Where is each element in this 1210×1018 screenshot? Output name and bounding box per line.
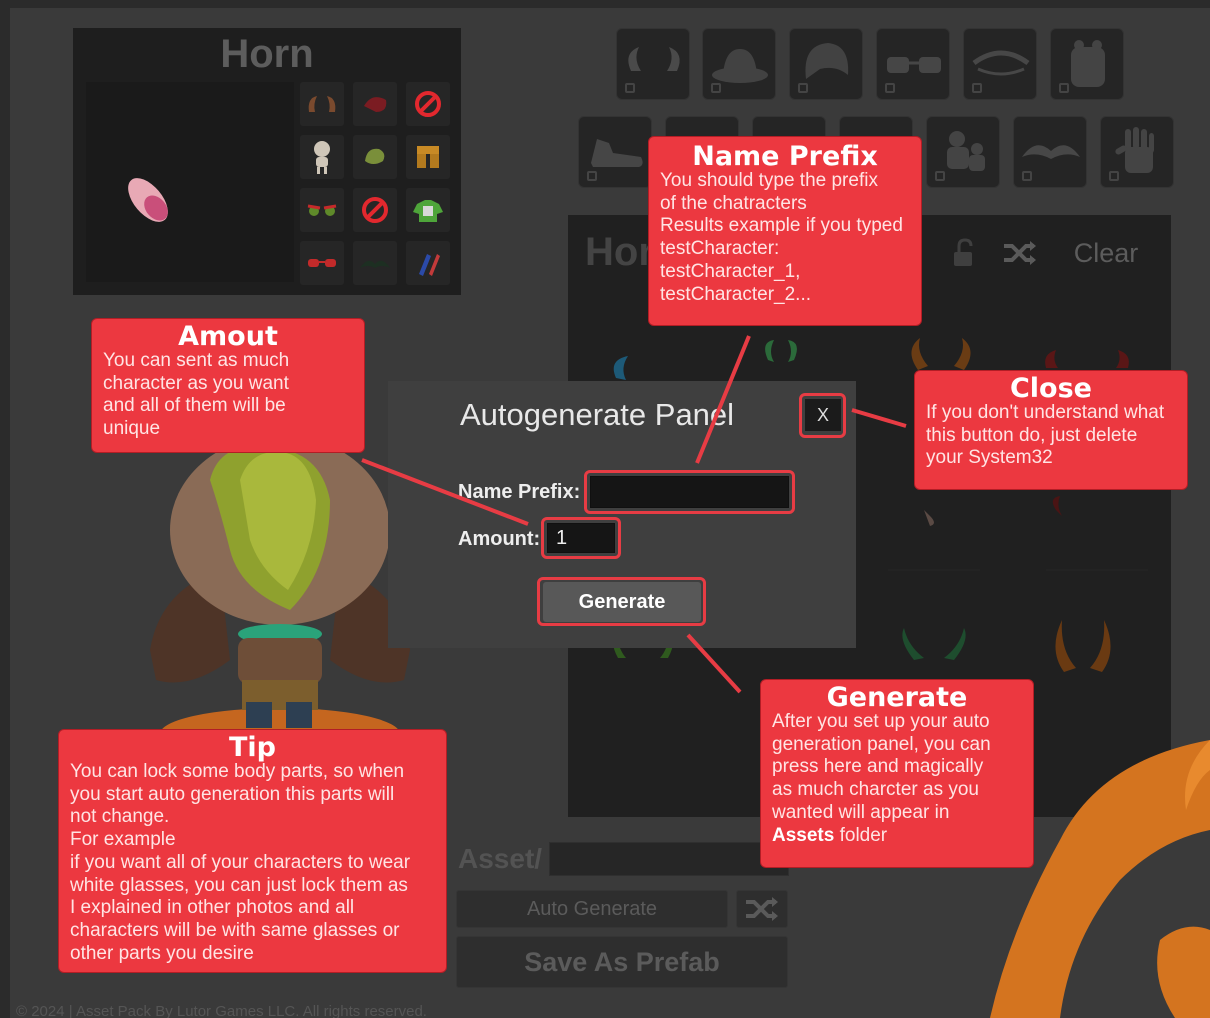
callout-title: Generate (826, 682, 968, 713)
callout-line: If you don't understand what (926, 402, 1165, 423)
callout-title: Amout (178, 321, 278, 352)
callout-title: Close (1009, 373, 1092, 404)
callout-line: this button do, just delete (926, 424, 1138, 446)
callout-line: testCharacter_2... (660, 283, 812, 305)
callout-line: if you want all of your characters to we… (70, 851, 411, 873)
callout-line: you start auto generation this parts wil… (70, 783, 395, 805)
callout-line: I explained in other photos and all (70, 897, 355, 919)
callout-line: as much charcter as you (772, 779, 979, 801)
callout-line: white glasses, you can just lock them as (70, 874, 408, 896)
callout-line: characters will be with same glasses or (70, 919, 400, 941)
callout-tip: Tip You can lock some body parts, so whe… (58, 729, 447, 973)
callout-line: unique (103, 418, 161, 440)
callout-line-rest: folder (834, 824, 888, 846)
callout-line: not change. (70, 806, 170, 828)
callout-line: other parts you desire (70, 942, 254, 964)
callout-generate: Generate After you set up your auto gene… (760, 679, 1034, 868)
callout-name-prefix: Name Prefix You should type the prefix o… (648, 136, 922, 326)
callout-line: of the chatracters (660, 192, 807, 214)
callout-bold-word: Assets (772, 824, 835, 846)
callout-line: For example (70, 829, 176, 851)
callout-line: press here and magically (772, 756, 984, 778)
callout-line: character as you want (103, 372, 289, 394)
callout-line: Results example if you typed (660, 215, 903, 237)
callout-line: After you set up your auto (772, 711, 990, 732)
callout-line: generation panel, you can (772, 733, 991, 755)
callout-title: Name Prefix (692, 141, 878, 172)
callout-line: your System32 (926, 447, 1053, 469)
callout-amount: Amout You can sent as much character as … (91, 318, 365, 453)
callout-line: You can lock some body parts, so when (70, 761, 405, 782)
callout-close: Close If you don't understand what this … (914, 370, 1188, 490)
callout-line: testCharacter: (660, 238, 780, 260)
callout-line: wanted will appear in (772, 801, 950, 823)
callout-line: testCharacter_1, (660, 260, 801, 282)
callout-title: Tip (229, 732, 276, 763)
callout-line: You should type the prefix (660, 170, 878, 191)
callout-line: and all of them will be (103, 395, 286, 417)
callout-line: Assets folder (772, 825, 1022, 848)
callout-line: You can sent as much (103, 350, 290, 371)
